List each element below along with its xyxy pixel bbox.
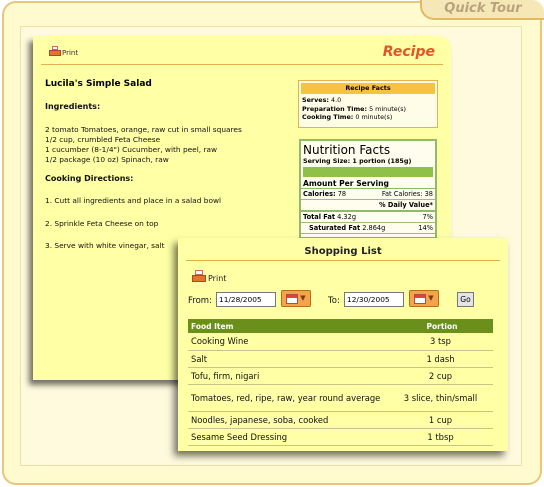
portion-cell: 3 slice, thin/small bbox=[388, 384, 493, 412]
direction-step: 2. Sprinkle Feta Cheese on top bbox=[45, 219, 159, 228]
chevron-down-icon: ▼ bbox=[300, 294, 306, 302]
food-item-cell: Sesame Seed Dressing bbox=[188, 428, 388, 446]
shopping-table: Food Item Portion Cooking Wine 3 tsp Sal… bbox=[188, 319, 493, 446]
total-fat-label: Total Fat bbox=[303, 213, 336, 221]
ingredient-item: 1 cucumber (8-1/4") Cucumber, with peel,… bbox=[45, 145, 218, 154]
total-fat-row: Total Fat 4.32g 7% bbox=[301, 212, 435, 223]
printer-icon bbox=[49, 46, 61, 57]
recipe-facts-box: Recipe Facts Serves: 4.0 Preparation Tim… bbox=[298, 80, 438, 128]
go-button[interactable]: Go bbox=[457, 292, 474, 307]
saturated-fat-pct: 14% bbox=[418, 224, 433, 232]
recipe-facts-heading: Recipe Facts bbox=[301, 83, 435, 94]
recipe-heading: Recipe bbox=[382, 44, 435, 60]
column-header-food-item: Food Item bbox=[188, 319, 388, 333]
to-date-input[interactable] bbox=[344, 292, 404, 307]
directions-heading: Cooking Directions: bbox=[45, 174, 134, 183]
table-header-row: Food Item Portion bbox=[188, 319, 493, 333]
serving-size: Serving Size: 1 portion (185g) bbox=[303, 157, 412, 165]
from-label: From: bbox=[188, 296, 212, 306]
shopping-list-title: Shopping List bbox=[304, 246, 382, 257]
daily-value-label: % Daily Value* bbox=[301, 200, 435, 212]
table-row: Noodles, japanese, soba, cooked 1 cup bbox=[188, 411, 493, 429]
table-row: Tofu, firm, nigari 2 cup bbox=[188, 367, 493, 385]
chevron-down-icon: ▼ bbox=[428, 294, 434, 302]
serves-value: 4.0 bbox=[331, 96, 342, 104]
table-row: Sesame Seed Dressing 1 tbsp bbox=[188, 428, 493, 446]
portion-cell: 1 cup bbox=[388, 411, 493, 429]
table-row: Tomatoes, red, ripe, raw, year round ave… bbox=[188, 384, 493, 412]
direction-step: 1. Cutt all ingredients and place in a s… bbox=[45, 196, 222, 205]
direction-step: 3. Serve with white vinegar, salt bbox=[45, 241, 165, 250]
saturated-fat-value: 2.864g bbox=[362, 224, 386, 232]
calories-row: Calories: 78 Fat Calories: 38 bbox=[301, 189, 435, 200]
fat-calories-label: Fat Calories: bbox=[381, 190, 423, 198]
recipe-name: Lucila's Simple Salad bbox=[45, 79, 152, 89]
nutrition-facts-panel: Nutrition Facts Serving Size: 1 portion … bbox=[299, 139, 437, 239]
fat-calories-value: 38 bbox=[424, 190, 433, 198]
food-item-cell: Salt bbox=[188, 350, 388, 368]
shopping-print-button[interactable]: Print bbox=[192, 270, 226, 283]
food-item-cell: Cooking Wine bbox=[188, 333, 388, 351]
nutrition-title: Nutrition Facts bbox=[303, 143, 391, 157]
food-item-cell: Noodles, japanese, soba, cooked bbox=[188, 411, 388, 429]
cook-time-row: Cooking Time: 0 minute(s) bbox=[299, 113, 437, 122]
recipe-print-button[interactable]: Print bbox=[49, 46, 78, 57]
serves-label: Serves: bbox=[302, 96, 329, 104]
cook-time-label: Cooking Time: bbox=[302, 113, 354, 121]
total-fat-value: 4.32g bbox=[337, 213, 357, 221]
amount-per-serving: Amount Per Serving bbox=[301, 179, 435, 189]
portion-cell: 2 cup bbox=[388, 367, 493, 385]
portion-cell: 1 dash bbox=[388, 350, 493, 368]
prep-time-value: 5 minute(s) bbox=[369, 104, 407, 113]
ingredient-item: 1/2 package (10 oz) Spinach, raw bbox=[45, 155, 169, 164]
shopping-divider bbox=[186, 260, 500, 261]
calendar-icon bbox=[286, 293, 299, 304]
prep-time-label: Preparation Time: bbox=[302, 104, 368, 113]
recipe-print-label: Print bbox=[62, 49, 79, 57]
nutrition-bar bbox=[303, 167, 433, 177]
calories-label: Calories: bbox=[303, 190, 336, 198]
shopping-print-label: Print bbox=[208, 274, 227, 283]
from-calendar-button[interactable]: ▼ bbox=[281, 290, 311, 307]
printer-icon bbox=[192, 270, 206, 283]
prep-time-row: Preparation Time: 5 minute(s) bbox=[299, 105, 437, 114]
portion-cell: 3 tsp bbox=[388, 333, 493, 351]
ingredient-item: 2 tomato Tomatoes, orange, raw cut in sm… bbox=[45, 125, 242, 134]
table-row: Cooking Wine 3 tsp bbox=[188, 333, 493, 351]
ingredients-list: 2 tomato Tomatoes, orange, raw cut in sm… bbox=[45, 125, 242, 165]
saturated-fat-row: Saturated Fat 2.864g 14% bbox=[301, 223, 435, 234]
total-fat-pct: 7% bbox=[422, 213, 433, 221]
ingredients-heading: Ingredients: bbox=[45, 102, 101, 111]
food-item-cell: Tomatoes, red, ripe, raw, year round ave… bbox=[188, 384, 388, 412]
serves-row: Serves: 4.0 bbox=[299, 96, 437, 105]
portion-cell: 1 tbsp bbox=[388, 428, 493, 446]
to-label: To: bbox=[328, 296, 340, 306]
cook-time-value: 0 minute(s) bbox=[355, 113, 393, 121]
calendar-icon bbox=[414, 293, 427, 304]
to-calendar-button[interactable]: ▼ bbox=[409, 290, 439, 307]
from-date-input[interactable] bbox=[216, 292, 276, 307]
table-row: Salt 1 dash bbox=[188, 350, 493, 368]
recipe-divider bbox=[41, 64, 443, 65]
shopping-list-card: Shopping List Print From: ▼ To: ▼ Go Foo… bbox=[178, 238, 508, 451]
food-item-cell: Tofu, firm, nigari bbox=[188, 367, 388, 385]
quick-tour-tab[interactable]: Quick Tour bbox=[420, 0, 544, 20]
column-header-portion: Portion bbox=[388, 319, 493, 333]
ingredient-item: 1/2 cup, crumbled Feta Cheese bbox=[45, 135, 161, 144]
saturated-fat-label: Saturated Fat bbox=[309, 224, 361, 232]
calories-value: 78 bbox=[337, 190, 347, 198]
